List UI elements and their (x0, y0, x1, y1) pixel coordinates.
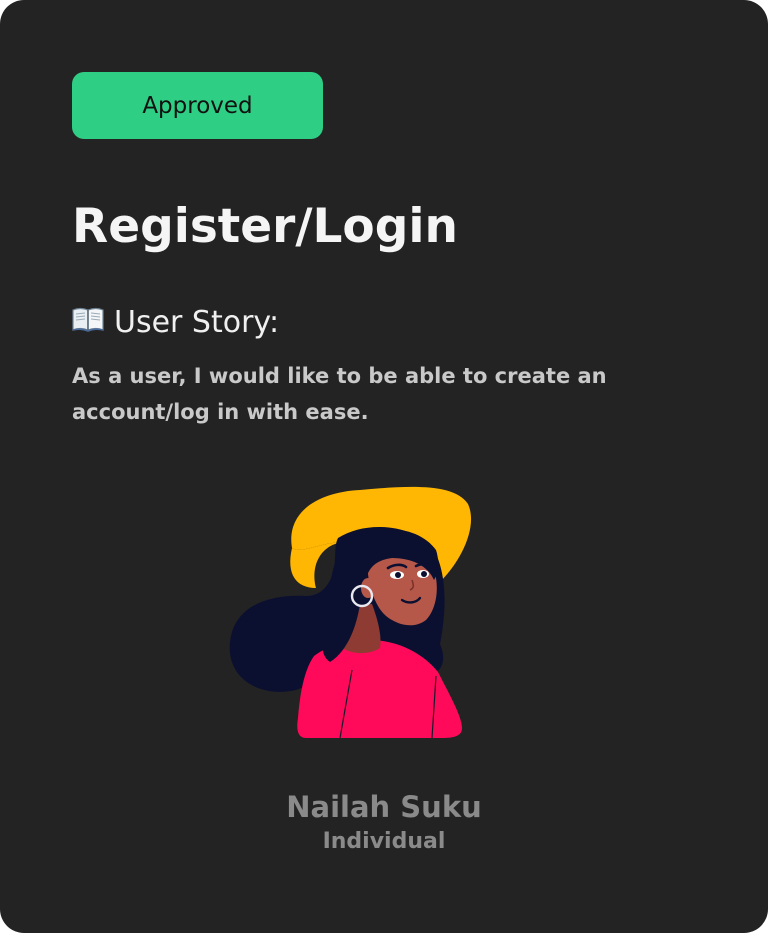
woman-avatar-illustration (229, 486, 472, 739)
open-book-icon (72, 307, 104, 332)
card-title: Register/Login (72, 199, 458, 254)
user-story-heading-label: User Story: (114, 304, 280, 340)
user-story-heading: User Story: (72, 300, 279, 344)
status-badge: Approved (72, 72, 323, 139)
user-story-text: As a user, I would like to be able to cr… (72, 364, 607, 424)
user-story-card: Approved Register/Login User Story: As a… (0, 0, 768, 933)
status-badge-label: Approved (142, 92, 253, 119)
person-role: Individual (322, 829, 446, 854)
person-name: Nailah Suku (286, 790, 482, 824)
